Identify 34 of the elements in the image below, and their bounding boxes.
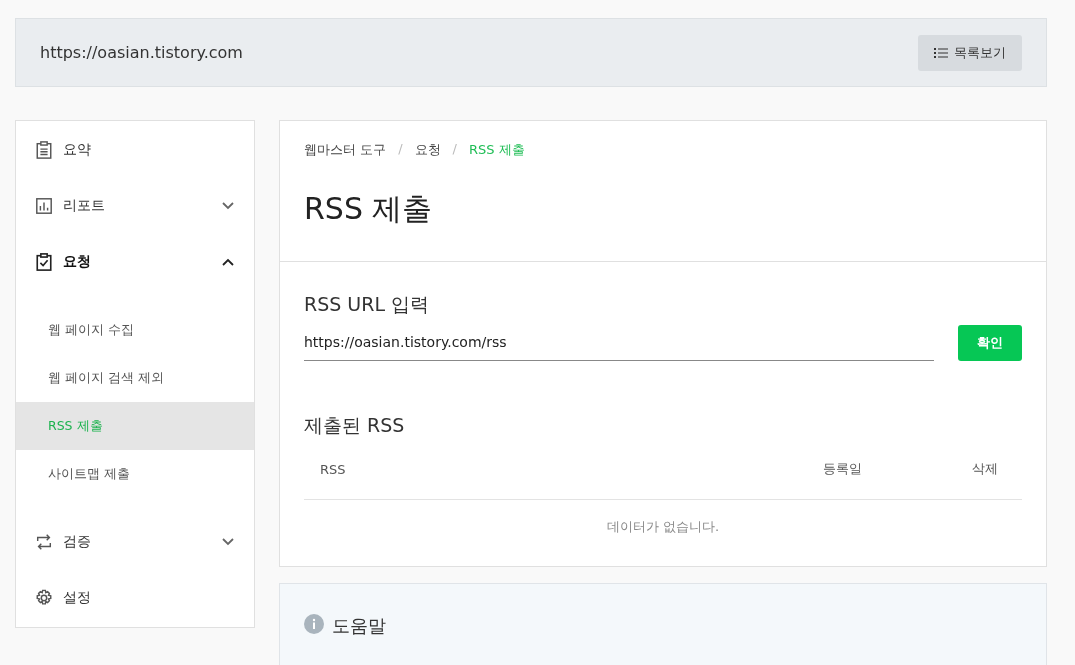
page-title: RSS 제출 [304, 190, 434, 228]
clipboard-check-icon [35, 253, 53, 271]
bar-chart-icon [35, 197, 53, 215]
info-icon [304, 614, 324, 634]
section-heading: 제출된 RSS [304, 413, 406, 438]
help-title: 도움말 [332, 614, 386, 638]
column-header: 삭제 [972, 460, 998, 478]
sidebar-item-label: 설정 [63, 589, 92, 607]
settings-icon [35, 589, 53, 607]
breadcrumb-separator: / [452, 141, 457, 158]
breadcrumb-separator: / [398, 141, 403, 158]
sidebar-item-label: 요청 [63, 253, 92, 271]
clipboard-list-icon [35, 141, 53, 159]
submenu-item[interactable]: 웹 페이지 수집 [16, 306, 254, 354]
breadcrumb-link[interactable]: 요청 [414, 141, 441, 159]
column-header: RSS [320, 461, 347, 477]
sidebar-item-label: 검증 [63, 533, 92, 551]
sidebar-item[interactable]: 설정 [16, 570, 254, 626]
submenu-item[interactable]: 웹 페이지 검색 제외 [16, 354, 254, 402]
list-view-button[interactable]: 목록보기 [918, 34, 1022, 71]
sidebar-item[interactable]: 검증 [16, 514, 254, 570]
list-icon [934, 46, 948, 59]
section-heading: RSS URL 입력 [304, 292, 431, 317]
breadcrumb-link[interactable]: 웹마스터 도구 [304, 141, 387, 159]
swap-arrows-icon [35, 533, 53, 551]
submenu-item[interactable]: 사이트맵 제출 [16, 450, 254, 498]
empty-message: 데이터가 없습니다. [606, 519, 720, 534]
sidebar-item[interactable]: 요약 [16, 122, 254, 178]
site-url: https://oasian.tistory.com [40, 43, 243, 62]
sidebar-item-label: 리포트 [63, 197, 106, 215]
column-header: 등록일 [823, 460, 862, 478]
sidebar-item[interactable]: 요청 [16, 234, 254, 290]
sidebar-item-label: 요약 [63, 141, 92, 159]
sidebar-item[interactable]: 리포트 [16, 178, 254, 234]
